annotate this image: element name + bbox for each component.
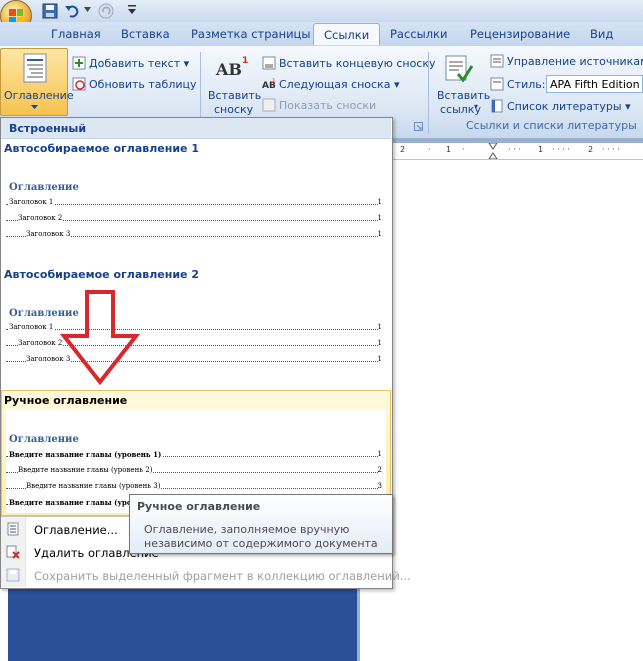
insert-footnote-button[interactable]: AB 1 Вставить сноску: [206, 56, 262, 118]
manage-sources-button[interactable]: Управление источниками: [490, 54, 643, 68]
manage-sources-icon: [490, 54, 504, 68]
style-select-value: APA Fifth Edition: [550, 78, 640, 91]
update-table-button[interactable]: Обновить таблицу: [72, 77, 197, 91]
title-bar: [0, 0, 643, 22]
add-text-button[interactable]: Добавить текст ▾: [72, 56, 189, 70]
ruler-tick: · · · ·: [602, 145, 620, 154]
show-notes-icon: [262, 98, 276, 112]
save-selection-menu-item: Сохранить выделенный фрагмент в коллекци…: [34, 569, 411, 583]
manage-sources-label: Управление источниками: [507, 55, 643, 68]
style-icon: [490, 77, 504, 91]
ruler-tick: ·: [462, 145, 465, 154]
tab-insert[interactable]: Вставка: [121, 27, 170, 41]
bibliography-icon: [491, 99, 503, 113]
toc-row: Введите название главы (уровень 3) 3: [6, 482, 382, 492]
footnote-superscript: 1: [242, 56, 249, 66]
dialog-launcher-icon[interactable]: [414, 122, 423, 131]
insert-citation-icon: [445, 55, 474, 83]
style-select[interactable]: APA Fifth Edition ▾: [546, 75, 643, 93]
redo-icon[interactable]: [98, 3, 114, 19]
ruler-tick: · · ·: [508, 145, 521, 154]
footnote-icon: AB: [216, 60, 242, 79]
customize-qat-icon[interactable]: [128, 5, 136, 15]
document-background-left: [0, 585, 357, 661]
preview-title: Оглавление: [9, 182, 79, 193]
gallery-header: Встроенный: [1, 118, 391, 139]
tooltip-body: Оглавление, заполняемое вручную независи…: [144, 523, 378, 550]
bibliography-button[interactable]: Список литературы ▾: [490, 99, 631, 113]
svg-text:1: 1: [272, 78, 276, 85]
tab-home[interactable]: Главная: [51, 27, 101, 41]
undo-dropdown-icon[interactable]: [84, 7, 91, 13]
tooltip: Ручное оглавление Оглавление, заполняемо…: [129, 494, 393, 554]
next-footnote-icon: AB1: [262, 78, 276, 91]
toc-button[interactable]: Оглавление: [0, 48, 74, 116]
tooltip-title: Ручное оглавление: [137, 500, 261, 513]
save-icon[interactable]: [42, 3, 58, 19]
auto-toc-1-title: Автособираемое оглавление 1: [4, 142, 199, 155]
toc-dialog-menu-item[interactable]: Оглавление...: [34, 523, 118, 537]
ruler-mark: 2: [588, 145, 594, 154]
update-table-label: Обновить таблицу: [89, 78, 197, 91]
insert-footnote-line2: сноску: [214, 103, 254, 116]
insert-citation-line1: Вставить: [437, 89, 491, 102]
ruler-mark: 1: [538, 145, 544, 154]
add-text-icon: [72, 56, 86, 70]
style-label: Стиль:: [490, 77, 545, 91]
ruler-mark: 2: [400, 145, 406, 154]
insert-citation-button[interactable]: Вставить ссылку ▾: [434, 52, 490, 116]
ribbon-tabs: Главная Вставка Разметка страницы Ссылки…: [0, 22, 643, 46]
tab-mailings[interactable]: Рассылки: [390, 27, 447, 41]
style-label-text: Стиль:: [507, 78, 546, 91]
ruler-mark: 1: [446, 145, 452, 154]
auto-toc-2-title: Автособираемое оглавление 2: [4, 268, 199, 281]
tab-review[interactable]: Рецензирование: [470, 27, 570, 41]
toc-row: Заголовок 21: [6, 214, 382, 224]
insert-endnote-label: Вставить концевую сноску: [279, 57, 436, 70]
save-to-gallery-icon: [6, 568, 20, 582]
manual-toc-title: Ручное оглавление: [4, 394, 128, 407]
gallery-header-label: Встроенный: [9, 122, 87, 135]
tab-references[interactable]: Ссылки: [313, 23, 381, 45]
ruler-tick: ·: [428, 145, 431, 154]
toc-row: Введите название главы (уровень 1) 1: [6, 450, 382, 460]
auto-toc-1-preview[interactable]: Оглавление Заголовок 11 Заголовок 21 Заг…: [6, 160, 386, 258]
add-text-label: Добавить текст: [89, 57, 181, 70]
toc-button-label: Оглавление: [4, 89, 74, 102]
toc-row: Заголовок 11: [6, 198, 382, 208]
toc-row: Заголовок 31: [6, 230, 382, 240]
insert-endnote-button[interactable]: Вставить концевую сноску: [262, 56, 436, 70]
citations-group-label: Ссылки и списки литературы: [466, 119, 637, 132]
toc-dialog-icon: [7, 522, 19, 536]
refresh-icon: [72, 77, 86, 91]
tab-page-layout[interactable]: Разметка страницы: [191, 27, 310, 41]
show-notes-button: Показать сноски: [262, 98, 376, 112]
next-footnote-button[interactable]: AB 1 Следующая сноска ▾: [262, 77, 400, 91]
indent-marker-icon[interactable]: [488, 143, 498, 159]
endnote-icon: [262, 56, 276, 70]
group-divider-2: [428, 52, 429, 134]
undo-icon[interactable]: [64, 3, 80, 19]
red-arrow-down-icon: [60, 290, 140, 386]
next-footnote-label: Следующая сноска: [279, 78, 391, 91]
document-page[interactable]: [360, 160, 643, 661]
vertical-ruler: [0, 585, 8, 661]
remove-toc-icon: [6, 545, 20, 559]
chevron-down-icon: ▾: [474, 102, 479, 111]
show-notes-label: Показать сноски: [279, 99, 377, 112]
tab-view[interactable]: Вид: [590, 27, 613, 41]
office-logo-icon: [9, 9, 23, 23]
chevron-down-icon: [31, 105, 38, 109]
toc-row: Введите название главы (уровень 2) 2: [6, 466, 382, 476]
bibliography-label: Список литературы: [507, 100, 622, 113]
ruler-tick: · · · ·: [552, 145, 570, 154]
toc-icon: [23, 53, 47, 83]
insert-footnote-line1: Вставить: [208, 89, 262, 102]
horizontal-ruler[interactable]: 2 · 1 · · · · 1 · · · · 2 · · · ·: [392, 143, 643, 160]
preview-title: Оглавление: [9, 434, 79, 445]
